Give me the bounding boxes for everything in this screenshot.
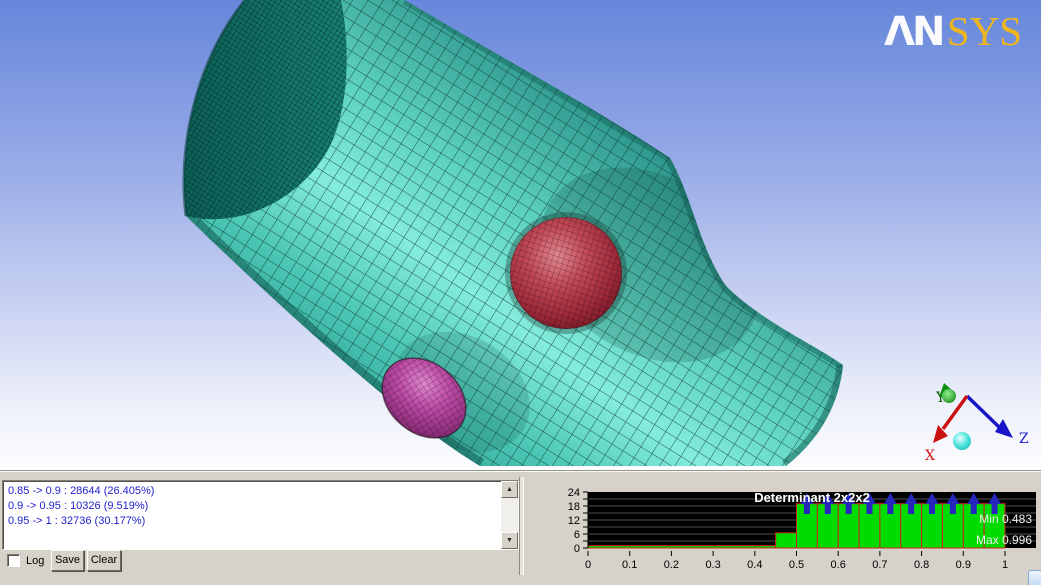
min-value-label: Min 0.483 [979,512,1032,526]
x-tick-label: 0.7 [872,559,887,571]
log-console: 0.85 -> 0.9 : 28644 (26.405%)0.9 -> 0.95… [2,480,519,550]
log-checkbox-label: Log [26,555,44,567]
message-panel: 0.85 -> 0.9 : 28644 (26.405%)0.9 -> 0.95… [0,470,1041,585]
x-tick-label: 0.9 [956,559,971,571]
model-viewport[interactable]: ΛN SYS Y X Z [0,0,1041,470]
x-tick-label: 0.4 [747,559,762,571]
y-tick-label: 18 [568,501,580,513]
x-tick-label: 0.3 [705,559,720,571]
y-tick-label: 12 [568,515,580,527]
quality-histogram[interactable]: 0 6 12 18 24 0 0.1 0.2 0.3 0.4 0.5 0.6 0.7 0.8 0.9 1 Det… [524,471,1041,585]
origin-ball [953,432,971,450]
axis-y-ball [942,389,956,403]
ansys-logo: ΛN SYS [884,8,1022,55]
console-line: 0.95 -> 1 : 32736 (30.177%) [8,514,495,529]
x-tick-label: 0.1 [622,559,637,571]
clear-button[interactable]: Clear [87,550,121,571]
ansys-logo-an: ΛN [884,9,942,55]
histogram-bar[interactable] [776,533,797,548]
scroll-down-button[interactable]: ▼ [501,532,518,549]
x-tick-label: 0 [585,559,591,571]
ansys-logo-sys: SYS [947,8,1022,54]
axis-x-label: X [925,448,935,464]
log-checkbox[interactable] [7,554,20,567]
max-value-label: Max 0.996 [976,533,1032,547]
histogram-title: Determinant 2x2x2 [754,490,870,505]
x-tick-label: 0.5 [789,559,804,571]
y-tick-label: 6 [574,529,580,541]
red-sphere [508,215,624,331]
x-tick-label: 0.2 [664,559,679,571]
console-lines: 0.85 -> 0.9 : 28644 (26.405%)0.9 -> 0.95… [3,481,500,549]
x-tick-label: 1 [1002,559,1008,571]
save-button[interactable]: Save [51,550,84,571]
scroll-up-button[interactable]: ▲ [501,481,518,498]
console-line: 0.9 -> 0.95 : 10326 (9.519%) [8,499,495,514]
axis-z-label: Z [1019,431,1029,447]
console-scrollbar[interactable]: ▲ ▼ [501,481,518,549]
x-tick-label: 0.6 [831,559,846,571]
x-tick-label: 0.8 [914,559,929,571]
y-tick-label: 0 [574,543,580,555]
console-line: 0.85 -> 0.9 : 28644 (26.405%) [8,484,495,499]
background-window-corner [1028,570,1041,585]
histogram-bar[interactable] [588,546,776,548]
y-tick-label: 24 [568,487,580,499]
